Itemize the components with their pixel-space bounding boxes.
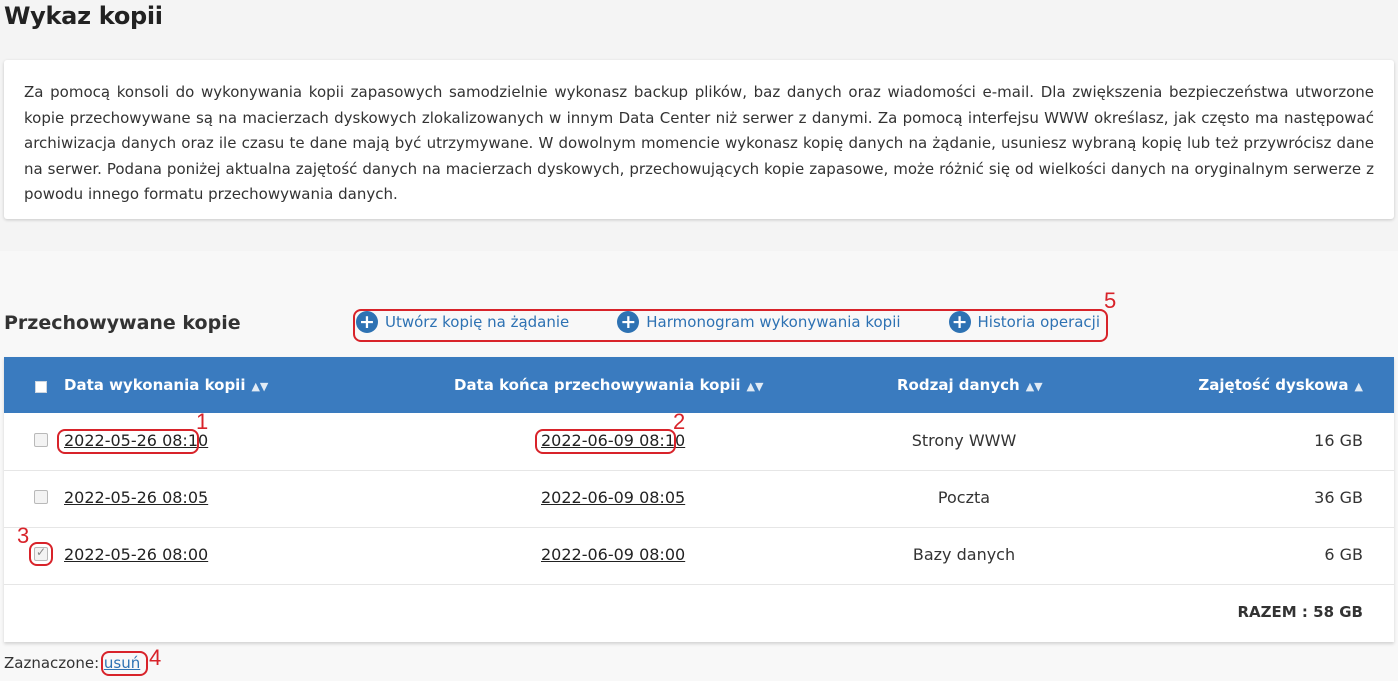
sort-arrows-icon: ▲▼ (1025, 380, 1043, 393)
annotation-number-1: 1 (196, 409, 209, 434)
header-created[interactable]: Data wykonania kopii ▲▼ (64, 376, 268, 394)
table-header: Data wykonania kopii ▲▼ Data końca przech… (4, 357, 1394, 413)
copies-table: Data wykonania kopii ▲▼ Data końca przech… (4, 357, 1394, 642)
annotation-box-5 (353, 309, 1108, 342)
sort-arrows-icon: ▲ (1354, 380, 1363, 393)
data-type: Poczta (937, 488, 991, 507)
annotation-number-3: 3 (17, 523, 30, 548)
annotation-box-2 (535, 429, 676, 454)
created-date-link[interactable]: 2022-05-26 08:00 (64, 545, 208, 564)
disk-usage: 36 GB (1314, 488, 1363, 507)
header-size[interactable]: Zajętość dyskowa ▲ (1198, 376, 1363, 394)
row-checkbox[interactable] (34, 433, 48, 447)
sort-arrows-icon: ▲▼ (746, 380, 764, 393)
table-row: 2022-05-26 08:05 2022-06-09 08:05 Poczta… (4, 470, 1394, 528)
info-box: Za pomocą konsoli do wykonywania kopii z… (4, 60, 1394, 219)
row-checkbox[interactable] (34, 490, 48, 504)
expires-date-link[interactable]: 2022-06-09 08:05 (541, 488, 685, 507)
annotation-number-5: 5 (1104, 288, 1117, 313)
table-row: 2022-05-26 08:10 2022-06-09 08:10 Strony… (4, 413, 1394, 471)
info-text: Za pomocą konsoli do wykonywania kopii z… (24, 83, 1374, 203)
created-date-link[interactable]: 2022-05-26 08:05 (64, 488, 208, 507)
disk-usage: 16 GB (1314, 431, 1363, 450)
header-expires[interactable]: Data końca przechowywania kopii ▲▼ (454, 376, 763, 394)
page-title: Wykaz kopii (4, 2, 163, 30)
header-created-label: Data wykonania kopii (64, 376, 246, 394)
expires-date-link[interactable]: 2022-06-09 08:00 (541, 545, 685, 564)
annotation-number-4: 4 (149, 645, 162, 670)
annotation-box-4 (101, 651, 148, 676)
select-all-checkbox[interactable] (35, 381, 47, 393)
header-type[interactable]: Rodzaj danych ▲▼ (897, 376, 1043, 394)
table-row: ✓ 2022-05-26 08:00 2022-06-09 08:00 Bazy… (4, 527, 1394, 585)
header-type-label: Rodzaj danych (897, 376, 1020, 394)
selected-label: Zaznaczone: (4, 654, 100, 672)
annotation-number-2: 2 (673, 409, 686, 434)
disk-usage: 6 GB (1324, 545, 1363, 564)
section-title: Przechowywane kopie (4, 312, 241, 334)
annotation-box-1 (57, 429, 199, 454)
data-type: Strony WWW (911, 431, 1017, 450)
data-type: Bazy danych (912, 545, 1016, 564)
header-size-label: Zajętość dyskowa (1198, 376, 1349, 394)
header-expires-label: Data końca przechowywania kopii (454, 376, 741, 394)
total-usage: RAZEM : 58 GB (1237, 603, 1364, 621)
sort-arrows-icon: ▲▼ (251, 380, 269, 393)
annotation-box-3 (29, 542, 53, 566)
